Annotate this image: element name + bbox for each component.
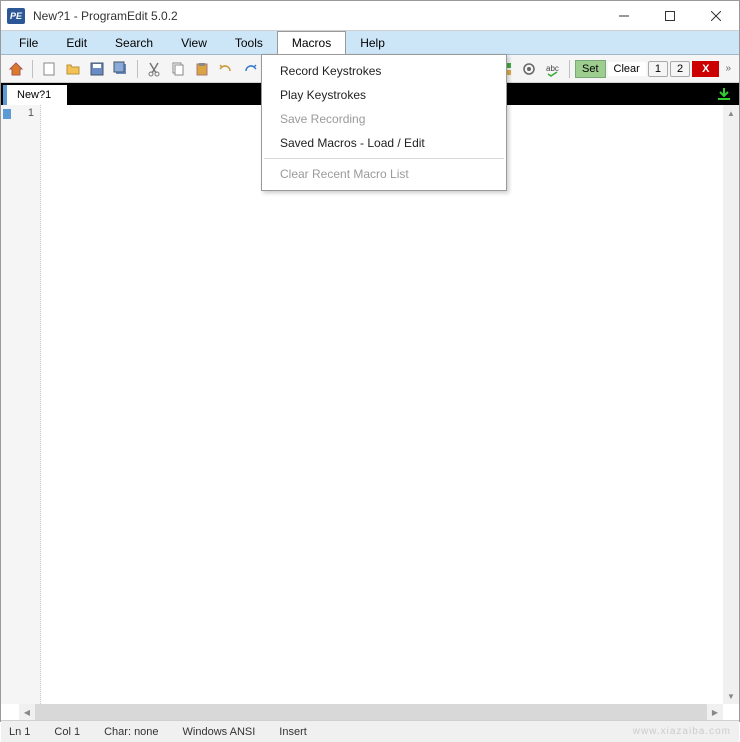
menu-tools[interactable]: Tools — [221, 31, 277, 54]
set-button[interactable]: Set — [575, 60, 606, 78]
menu-play-keystrokes[interactable]: Play Keystrokes — [262, 83, 506, 107]
editor-area: 1 ▲ ▼ — [1, 105, 739, 704]
scroll-right-icon[interactable]: ▶ — [707, 704, 723, 720]
status-char: Char: none — [104, 726, 158, 738]
menu-clear-recent-macros: Clear Recent Macro List — [262, 162, 506, 186]
menu-separator — [264, 158, 504, 159]
menu-help[interactable]: Help — [346, 31, 399, 54]
preset-2-button[interactable]: 2 — [670, 61, 690, 77]
watermark-text: www.xiazaiba.com — [633, 726, 731, 737]
line-gutter: 1 — [1, 105, 41, 704]
menu-file[interactable]: File — [5, 31, 52, 54]
save-all-icon[interactable] — [110, 58, 132, 80]
menu-edit[interactable]: Edit — [52, 31, 101, 54]
status-col: Col 1 — [54, 726, 80, 738]
text-editor[interactable] — [41, 105, 723, 704]
macros-dropdown: Record Keystrokes Play Keystrokes Save R… — [261, 54, 507, 191]
preset-1-button[interactable]: 1 — [648, 61, 668, 77]
svg-text:abc: abc — [546, 64, 559, 73]
menu-save-recording: Save Recording — [262, 107, 506, 131]
maximize-button[interactable] — [647, 1, 693, 31]
open-folder-icon[interactable] — [62, 58, 84, 80]
menu-macros[interactable]: Macros — [277, 31, 346, 54]
download-icon[interactable] — [715, 86, 733, 102]
window-controls — [601, 1, 739, 31]
separator — [137, 60, 138, 78]
overflow-chevron-icon[interactable]: » — [721, 63, 735, 74]
save-icon[interactable] — [86, 58, 108, 80]
menu-saved-macros[interactable]: Saved Macros - Load / Edit — [262, 131, 506, 155]
scroll-track[interactable] — [35, 704, 707, 720]
app-icon: PE — [7, 8, 25, 24]
redo-icon[interactable] — [239, 58, 261, 80]
window-title: New?1 - ProgramEdit 5.0.2 — [33, 9, 178, 23]
vertical-scrollbar[interactable]: ▲ ▼ — [723, 105, 739, 704]
gear-icon[interactable] — [518, 58, 540, 80]
close-button[interactable] — [693, 1, 739, 31]
status-mode: Insert — [279, 726, 307, 738]
titlebar: PE New?1 - ProgramEdit 5.0.2 — [1, 1, 739, 31]
scroll-track[interactable] — [723, 121, 739, 688]
status-line: Ln 1 — [9, 726, 30, 738]
undo-icon[interactable] — [215, 58, 237, 80]
document-tab[interactable]: New?1 — [3, 85, 67, 105]
separator — [569, 60, 570, 78]
spellcheck-icon[interactable]: abc — [542, 58, 564, 80]
menu-view[interactable]: View — [167, 31, 221, 54]
status-encoding: Windows ANSI — [183, 726, 256, 738]
cut-icon[interactable] — [143, 58, 165, 80]
minimize-button[interactable] — [601, 1, 647, 31]
close-x-button[interactable]: X — [692, 61, 719, 77]
line-marker-icon — [3, 109, 11, 119]
clear-button[interactable]: Clear — [608, 62, 646, 76]
menubar: File Edit Search View Tools Macros Help — [1, 31, 739, 55]
home-icon[interactable] — [5, 58, 27, 80]
menu-record-keystrokes[interactable]: Record Keystrokes — [262, 59, 506, 83]
new-file-icon[interactable] — [38, 58, 60, 80]
scroll-up-icon[interactable]: ▲ — [723, 105, 739, 121]
paste-icon[interactable] — [191, 58, 213, 80]
statusbar: Ln 1 Col 1 Char: none Windows ANSI Inser… — [1, 720, 739, 742]
scroll-left-icon[interactable]: ◀ — [19, 704, 35, 720]
scroll-down-icon[interactable]: ▼ — [723, 688, 739, 704]
horizontal-scrollbar[interactable]: ◀ ▶ — [19, 704, 723, 720]
separator — [32, 60, 33, 78]
copy-icon[interactable] — [167, 58, 189, 80]
menu-search[interactable]: Search — [101, 31, 167, 54]
